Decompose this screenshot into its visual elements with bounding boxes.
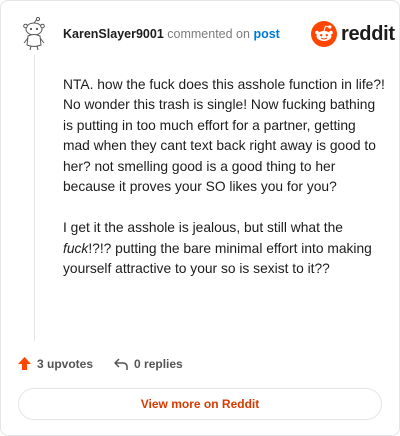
reply-button[interactable]: 0 replies <box>113 357 183 371</box>
comment-actions: 3 upvotes 0 replies <box>17 356 183 371</box>
comment-text: I get it the asshole is jealous, but sti… <box>63 220 343 236</box>
user-avatar[interactable] <box>19 16 49 51</box>
comment-paragraph: I get it the asshole is jealous, but sti… <box>63 218 385 279</box>
emphasized-text: fuck <box>63 240 89 256</box>
comment-body: NTA. how the fuck does this asshole func… <box>63 75 385 301</box>
post-link[interactable]: post <box>253 27 279 41</box>
upvote-arrow-icon <box>18 357 31 370</box>
reply-count: 0 replies <box>134 356 183 371</box>
reddit-wordmark: reddit <box>341 22 395 45</box>
reddit-snoo-icon <box>311 21 337 47</box>
comment-header: KarenSlayer9001 commented on post <box>63 27 280 41</box>
thread-line <box>34 55 35 341</box>
commented-on-text: commented on <box>167 27 250 41</box>
view-more-button[interactable]: View more on Reddit <box>18 388 382 420</box>
username-link[interactable]: KarenSlayer9001 <box>63 27 164 41</box>
upvote-count: 3 upvotes <box>37 356 94 371</box>
comment-paragraph: NTA. how the fuck does this asshole func… <box>63 77 385 195</box>
snoo-avatar-icon <box>23 16 45 51</box>
comment-text: !?!? putting the bare minimal effort int… <box>63 240 372 277</box>
reply-arrow-icon <box>114 357 128 370</box>
embedded-comment-card: KarenSlayer9001 commented on post reddit… <box>0 0 400 436</box>
upvote-button[interactable]: 3 upvotes <box>17 356 93 371</box>
reddit-logo[interactable]: reddit <box>311 21 395 47</box>
